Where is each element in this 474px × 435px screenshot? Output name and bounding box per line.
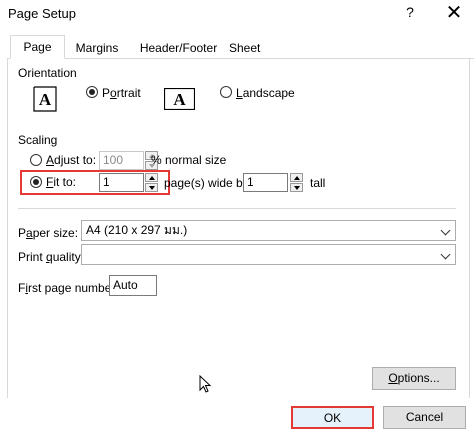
cancel-button[interactable]: Cancel: [383, 406, 466, 429]
mouse-pointer-icon: [199, 374, 212, 396]
adjust-suffix-label: % normal size: [151, 153, 227, 167]
first-page-number-label: First page number:: [18, 281, 119, 295]
portrait-radio[interactable]: [86, 86, 98, 98]
close-icon[interactable]: ✕: [444, 2, 464, 24]
ok-button[interactable]: OK: [291, 406, 374, 429]
fit-wide-spinner[interactable]: [145, 173, 158, 192]
fit-wide-suffix-label: page(s) wide by: [164, 176, 249, 190]
section-divider: [18, 208, 456, 209]
first-page-number-input[interactable]: Auto: [109, 275, 157, 296]
fit-tall-suffix-label: tall: [310, 176, 326, 190]
fit-tall-up-arrow-icon[interactable]: [290, 173, 303, 182]
portrait-icon-letter: A: [39, 90, 52, 109]
portrait-page-icon: A: [33, 86, 57, 112]
scaling-heading: Scaling: [18, 133, 58, 147]
print-quality-select[interactable]: [81, 244, 456, 265]
landscape-icon-letter: A: [173, 90, 186, 109]
adjust-to-label[interactable]: Adjust to:: [46, 153, 96, 167]
print-quality-chevron-down-icon[interactable]: [438, 245, 455, 264]
tab-margins[interactable]: Margins: [68, 38, 126, 58]
fit-to-label[interactable]: Fit to:: [46, 175, 76, 189]
tab-strip-divider: [7, 58, 474, 59]
dialog-title: Page Setup: [8, 6, 76, 21]
options-button[interactable]: Options...: [372, 367, 456, 390]
landscape-page-icon: A: [164, 88, 195, 110]
adjust-to-radio[interactable]: [30, 154, 42, 166]
landscape-label[interactable]: Landscape: [236, 86, 295, 100]
paper-size-select[interactable]: A4 (210 x 297 มม.): [81, 220, 456, 241]
tab-header-footer[interactable]: Header/Footer: [130, 38, 227, 58]
fit-tall-input[interactable]: 1: [243, 173, 288, 192]
fit-tall-down-arrow-icon[interactable]: [290, 183, 303, 192]
fit-wide-input[interactable]: 1: [99, 173, 144, 192]
landscape-radio[interactable]: [220, 86, 232, 98]
paper-size-chevron-down-icon[interactable]: [438, 221, 455, 240]
help-button[interactable]: ?: [402, 4, 418, 22]
fit-tall-spinner[interactable]: [290, 173, 303, 192]
print-quality-label: Print quality:: [18, 250, 85, 264]
orientation-heading: Orientation: [18, 66, 77, 80]
portrait-label[interactable]: Portrait: [102, 86, 141, 100]
adjust-to-input[interactable]: 100: [99, 151, 144, 170]
fit-to-radio[interactable]: [30, 176, 42, 188]
tab-page[interactable]: Page: [10, 35, 65, 59]
fit-wide-down-arrow-icon[interactable]: [145, 183, 158, 192]
fit-wide-up-arrow-icon[interactable]: [145, 173, 158, 182]
tab-sheet[interactable]: Sheet: [228, 38, 260, 58]
paper-size-label: Paper size:: [18, 226, 79, 240]
